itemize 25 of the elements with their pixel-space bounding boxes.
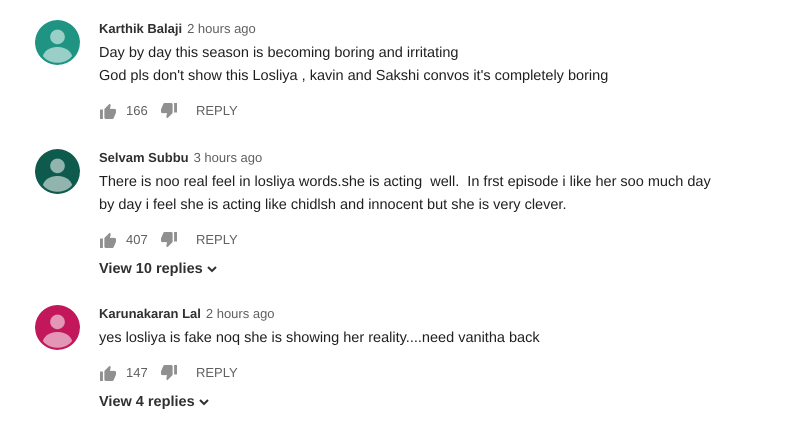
comment-text: There is noo real feel in losliya words.she is acting well. In frst episode i like her soo much day by day i feel she is acting like chidlsh and innocent but she is very clever. — [99, 173, 711, 215]
reply-button[interactable]: REPLY — [196, 363, 238, 382]
comment-time[interactable]: 2 hours ago — [187, 20, 256, 38]
view-replies-button[interactable]: View 10 replies — [99, 259, 217, 281]
author-name[interactable]: Karunakaran Lal — [99, 304, 201, 323]
comment-time[interactable]: 2 hours ago — [206, 304, 275, 323]
author-name[interactable]: Karthik Balaji — [99, 20, 182, 38]
comment-text: yes losliya is fake noq she is showing her reality....need vanitha back — [99, 328, 540, 348]
reply-button[interactable]: REPLY — [196, 230, 238, 250]
thumbs-down-icon[interactable] — [160, 232, 178, 248]
chevron-down-icon — [198, 399, 209, 406]
reply-button[interactable]: REPLY — [196, 101, 238, 121]
chevron-down-icon — [206, 266, 217, 274]
comment-time[interactable]: 3 hours ago — [194, 149, 262, 167]
comment-text: Day by day this season is becoming boring and irritating God pls don't show this Losliya , kavin and Sakshi convos it's completely boring — [99, 44, 608, 86]
author-name[interactable]: Selvam Subbu — [99, 149, 189, 167]
thumbs-up-icon[interactable] — [99, 364, 117, 381]
thumbs-up-icon[interactable] — [99, 232, 117, 248]
thumbs-up-icon[interactable] — [99, 103, 117, 119]
like-count: 147 — [126, 364, 149, 382]
thumbs-down-icon[interactable] — [160, 103, 178, 119]
thumbs-down-icon[interactable] — [160, 364, 178, 381]
like-count: 166 — [126, 102, 149, 120]
like-count: 407 — [126, 231, 149, 250]
view-replies-button[interactable]: View 4 replies — [99, 392, 209, 414]
